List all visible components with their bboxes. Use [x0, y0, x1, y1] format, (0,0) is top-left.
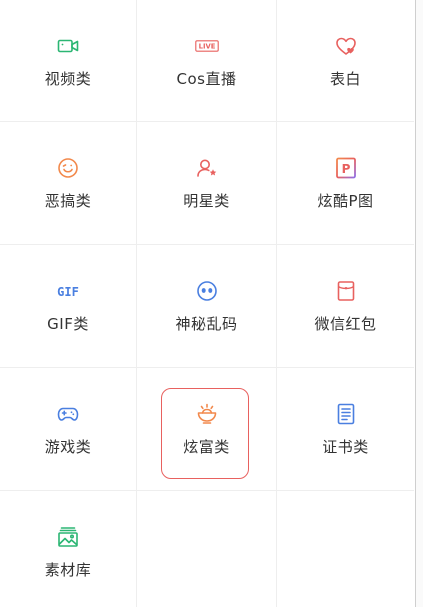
- user-star-icon: [195, 156, 219, 180]
- red-packet-icon: [334, 279, 358, 303]
- category-label: 表白: [329, 70, 361, 88]
- live-badge-icon: LIVE: [194, 34, 219, 58]
- image-library-icon: [56, 525, 80, 549]
- gif-icon-text: GIF: [57, 285, 79, 299]
- p-square-icon: P: [334, 156, 358, 180]
- certificate-icon: [334, 402, 358, 426]
- bowl-icon: [195, 402, 219, 426]
- right-edge-border: [415, 0, 423, 607]
- category-label: 视频类: [44, 70, 92, 88]
- category-label: Cos直播: [176, 70, 237, 88]
- category-gif[interactable]: GIF GIF类: [0, 245, 137, 368]
- video-camera-icon: [56, 34, 80, 58]
- category-confession[interactable]: 表白: [277, 0, 414, 122]
- category-label: 游戏类: [44, 438, 92, 456]
- category-celebrity[interactable]: 明星类: [137, 122, 277, 245]
- gamepad-icon: [56, 402, 80, 426]
- category-grid: 视频类 LIVE Cos直播 表白 恶搞类 明星类 P 炫酷P图 GIF GIF…: [0, 0, 414, 607]
- category-video[interactable]: 视频类: [0, 0, 137, 122]
- category-certificate[interactable]: 证书类: [277, 368, 414, 491]
- category-cool-p-image[interactable]: P 炫酷P图: [277, 122, 414, 245]
- gif-icon: GIF: [56, 279, 80, 303]
- category-wechat-red-packet[interactable]: 微信红包: [277, 245, 414, 368]
- category-label: 素材库: [44, 561, 92, 579]
- category-label: GIF类: [47, 315, 89, 333]
- empty-cell: [137, 491, 277, 607]
- alien-face-icon: [195, 279, 219, 303]
- category-label: 神秘乱码: [175, 315, 238, 333]
- category-label: 证书类: [322, 438, 369, 456]
- category-cos-live[interactable]: LIVE Cos直播: [137, 0, 277, 122]
- empty-cell: [277, 491, 414, 607]
- category-label: 微信红包: [314, 315, 377, 333]
- category-label: 炫酷P图: [317, 192, 374, 210]
- category-material-library[interactable]: 素材库: [0, 491, 137, 607]
- wink-face-icon: [56, 156, 80, 180]
- p-icon-text: P: [341, 162, 350, 176]
- category-mystery-code[interactable]: 神秘乱码: [137, 245, 277, 368]
- category-label: 明星类: [183, 192, 230, 210]
- heart-outline-icon: [334, 34, 358, 58]
- category-show-wealth[interactable]: 炫富类: [137, 368, 277, 491]
- category-prank[interactable]: 恶搞类: [0, 122, 137, 245]
- category-label: 炫富类: [183, 438, 230, 456]
- category-label: 恶搞类: [44, 192, 92, 210]
- live-badge-text: LIVE: [198, 43, 215, 51]
- category-game[interactable]: 游戏类: [0, 368, 137, 491]
